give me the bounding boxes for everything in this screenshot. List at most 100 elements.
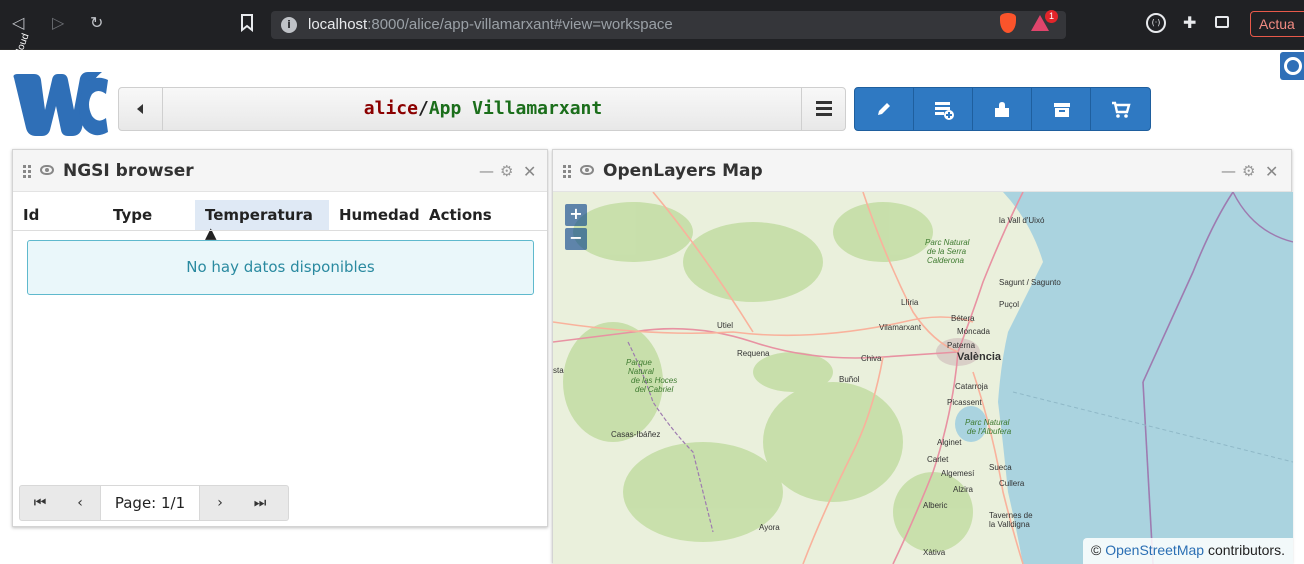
column-header-temperatura[interactable]: Temperatura ▲ [195, 200, 329, 242]
back-icon[interactable]: ◁ [12, 15, 24, 31]
drag-handle-icon[interactable] [23, 165, 31, 178]
wallet-icon[interactable] [1215, 16, 1229, 28]
workspace-toolbar [854, 87, 1151, 131]
map-attribution: © OpenStreetMap contributors. [1083, 538, 1293, 564]
rewards-badge: 1 [1045, 10, 1058, 23]
close-icon[interactable]: ✕ [523, 162, 536, 181]
extensions-puzzle-icon[interactable]: ✚ [1183, 13, 1196, 32]
map-label: Ayora [759, 523, 780, 532]
bookmark-icon[interactable] [240, 14, 254, 32]
extension-icon[interactable]: (·) [1146, 13, 1166, 33]
add-widget-icon [935, 102, 954, 120]
wirecloud-logo [13, 72, 108, 136]
map-label: Tavernes de [989, 511, 1033, 520]
side-extension-icon[interactable] [1280, 52, 1304, 80]
back-button[interactable] [119, 88, 163, 130]
widget-title: OpenLayers Map [603, 161, 763, 181]
map-label: Paterna [947, 341, 976, 350]
widget-header[interactable]: OpenLayers Map — ⚙ ✕ [553, 150, 1291, 192]
prev-page-icon[interactable]: ‹ [60, 486, 100, 520]
osm-link[interactable]: OpenStreetMap [1105, 542, 1204, 558]
zoom-in-button[interactable]: + [565, 204, 587, 226]
site-info-icon[interactable]: i [281, 17, 297, 33]
map-label: Natural [628, 367, 654, 376]
pencil-icon [878, 103, 890, 115]
map-label: Carlet [927, 455, 949, 464]
address-bar[interactable]: i localhost:8000/alice/app-villamarxant#… [271, 11, 1066, 39]
puzzle-icon [995, 102, 1009, 117]
column-header-humedad[interactable]: Humedad [329, 200, 420, 230]
map-label: Alberic [923, 501, 948, 510]
map-label: de l'Albufera [967, 427, 1012, 436]
map-label: Puçol [999, 300, 1020, 309]
table-header-divider [13, 230, 547, 231]
map-label: Utiel [717, 321, 734, 330]
column-header-actions[interactable]: Actions [419, 200, 509, 230]
map-label: Buñol [839, 375, 860, 384]
drag-handle-icon[interactable] [563, 165, 571, 178]
column-header-id[interactable]: Id [13, 200, 103, 230]
map-label: València [957, 351, 1002, 363]
widget-header[interactable]: NGSI browser — ⚙ ✕ [13, 150, 547, 192]
map-label: Algemesí [941, 469, 975, 478]
browser-toolbar: ◁ ▷ ↻ i localhost:8000/alice/app-villama… [0, 0, 1304, 50]
archive-icon [1054, 103, 1070, 117]
map-label: Llíria [901, 298, 919, 307]
marketplace-button[interactable] [1091, 88, 1150, 130]
eye-icon[interactable] [40, 165, 54, 175]
ngsi-browser-widget: NGSI browser — ⚙ ✕ Id Type Temperatura ▲… [12, 149, 548, 527]
map-label: la Vall d'Uixó [999, 216, 1045, 225]
minimize-icon[interactable]: — [1221, 162, 1236, 180]
wiring-button[interactable] [973, 88, 1032, 130]
empty-table-message: No hay datos disponibles [27, 240, 534, 295]
map-label: Vilamarxant [879, 323, 922, 332]
map-label: Parque [626, 358, 652, 367]
map-label: la Valldigna [989, 520, 1030, 529]
workspace-name: App Villamarxant [428, 98, 603, 119]
close-icon[interactable]: ✕ [1265, 162, 1278, 181]
forward-icon[interactable]: ▷ [52, 15, 64, 31]
map-label: Sueca [989, 463, 1012, 472]
url-path: :8000/alice/app-villamarxant#view=worksp… [367, 16, 673, 33]
map-label: Xàtiva [923, 548, 946, 557]
workspace-title: alice/App Villamarxant [163, 98, 803, 119]
map-label: Parc Natural [965, 418, 1010, 427]
zoom-out-button[interactable]: − [565, 228, 587, 250]
map-label: Bétera [951, 314, 975, 323]
edit-button[interactable] [855, 88, 914, 130]
caret-left-icon [137, 104, 143, 114]
column-header-type[interactable]: Type [103, 200, 195, 230]
map-label: de la Serra [927, 247, 967, 256]
map-label: Moncada [957, 327, 990, 336]
pagination: ⏮ ‹ Page: 1/1 › ⏭ [19, 485, 289, 521]
add-widget-button[interactable] [914, 88, 973, 130]
map-canvas[interactable]: la Vall d'Uixó Parc Natural de la Serra … [553, 192, 1293, 564]
widget-title: NGSI browser [63, 161, 194, 181]
next-page-icon[interactable]: › [200, 486, 240, 520]
map-label: Parc Natural [925, 238, 970, 247]
map-label: sta [553, 366, 564, 375]
hamburger-line [816, 107, 832, 110]
map-label: Requena [737, 349, 770, 358]
first-page-icon[interactable]: ⏮ [20, 486, 60, 520]
last-page-icon[interactable]: ⏭ [240, 486, 280, 520]
url-host: localhost [308, 16, 368, 33]
menu-button[interactable] [801, 88, 845, 130]
map-label: Sagunt / Sagunto [999, 278, 1061, 287]
map-label: Catarroja [955, 382, 988, 391]
settings-icon[interactable]: ⚙ [500, 162, 513, 180]
hamburger-icon [816, 101, 832, 104]
minimize-icon[interactable]: — [479, 162, 494, 180]
workspace-header: alice/App Villamarxant [118, 87, 846, 131]
update-button[interactable]: Actua [1250, 11, 1304, 37]
map-label: Alzira [953, 485, 974, 494]
map-label: Casas-Ibáñez [611, 430, 661, 439]
workspace-owner: alice [363, 98, 418, 119]
eye-icon[interactable] [580, 165, 594, 175]
cart-icon [1112, 101, 1131, 118]
settings-icon[interactable]: ⚙ [1242, 162, 1255, 180]
reload-icon[interactable]: ↻ [90, 15, 103, 31]
attribution-suffix: contributors. [1207, 542, 1285, 558]
workspace-separator: / [417, 98, 429, 119]
archive-button[interactable] [1032, 88, 1091, 130]
